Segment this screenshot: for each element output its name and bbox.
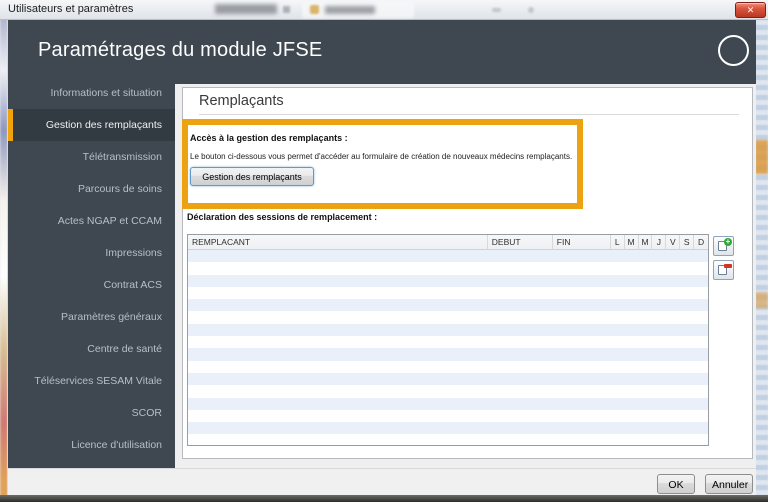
table-row <box>188 274 708 287</box>
background-tab-blur <box>528 7 534 13</box>
sidebar-item-label: Informations et situation <box>50 87 162 99</box>
table-row <box>188 372 708 386</box>
column-header-s-8[interactable]: S <box>680 235 695 249</box>
sidebar-item-scor[interactable]: SCOR <box>8 397 175 429</box>
dialog-footer: OK Annuler <box>7 468 756 495</box>
table-row <box>188 287 708 299</box>
heading-divider <box>199 114 739 115</box>
table-row <box>188 299 708 312</box>
background-window-right-blur <box>755 0 768 502</box>
sidebar-item-teletransmission[interactable]: Télétransmission <box>8 141 175 173</box>
add-session-button[interactable]: + <box>713 236 734 256</box>
window-titlebar: Utilisateurs et paramètres ✕ <box>0 0 768 20</box>
close-window-button[interactable]: ✕ <box>735 2 766 18</box>
page-title: Paramétrages du module JFSE <box>38 39 323 61</box>
ok-button[interactable]: OK <box>657 474 695 494</box>
table-row <box>188 410 708 422</box>
sidebar-item-parcours-de-soins[interactable]: Parcours de soins <box>8 173 175 205</box>
sidebar-item-label: Paramètres généraux <box>61 311 162 323</box>
table-row <box>188 434 708 446</box>
background-blur-accent <box>755 292 768 308</box>
sessions-table: REMPLACANT DEBUT FIN L M M J V S D <box>187 234 709 446</box>
minus-badge-icon <box>724 264 732 268</box>
table-header: REMPLACANT DEBUT FIN L M M J V S D <box>188 235 708 250</box>
plus-badge-icon: + <box>724 237 732 246</box>
column-header-m-4[interactable]: M <box>625 235 639 249</box>
background-tab-blur <box>283 6 290 13</box>
sidebar-item-contrat-acs[interactable]: Contrat ACS <box>8 269 175 301</box>
sidebar-item-label: Télétransmission <box>82 151 162 163</box>
gestion-des-remplacants-button[interactable]: Gestion des remplaçants <box>190 167 314 186</box>
table-row <box>188 422 708 435</box>
table-row <box>188 348 708 361</box>
active-accent-bar <box>8 109 13 141</box>
sidebar-item-label: Licence d'utilisation <box>71 439 162 451</box>
access-highlight-box: Accès à la gestion des remplaçants : Le … <box>182 119 583 209</box>
table-row <box>188 336 708 348</box>
column-header-v-7[interactable]: V <box>666 235 681 249</box>
background-tab-icon-blur <box>310 5 319 14</box>
table-row <box>188 361 708 373</box>
background-tab-blur <box>492 8 501 12</box>
column-header-d-9[interactable]: D <box>694 235 708 249</box>
sessions-section-label: Déclaration des sessions de remplacement… <box>187 212 378 222</box>
sidebar-item-label: SCOR <box>131 407 162 419</box>
content-panel: Remplaçants Accès à la gestion des rempl… <box>182 87 753 459</box>
table-row <box>188 262 708 274</box>
table-row <box>188 385 708 397</box>
sidebar-item-parametres-generaux[interactable]: Paramètres généraux <box>8 301 175 333</box>
remove-session-button[interactable] <box>713 260 734 280</box>
column-header-fin[interactable]: FIN <box>553 235 611 249</box>
access-section-label: Accès à la gestion des remplaçants : <box>190 133 348 143</box>
column-header-j-6[interactable]: J <box>652 235 667 249</box>
sidebar-item-label: Téléservices SESAM Vitale <box>34 375 162 387</box>
table-body <box>188 250 708 447</box>
column-header-m-5[interactable]: M <box>639 235 653 249</box>
sidebar-item-centre-de-sante[interactable]: Centre de santé <box>8 333 175 365</box>
access-section-description: Le bouton ci-dessous vous permet d'accéd… <box>190 152 573 161</box>
sidebar-item-informations-et-situation[interactable]: Informations et situation <box>8 84 175 109</box>
window-title: Utilisateurs et paramètres <box>8 3 134 15</box>
cancel-button[interactable]: Annuler <box>705 474 753 494</box>
column-header-remplacant[interactable]: REMPLACANT <box>188 235 488 249</box>
table-row <box>188 323 708 337</box>
window-bottom-edge <box>0 495 768 502</box>
section-heading: Remplaçants <box>199 93 284 109</box>
background-tab-blur <box>215 4 277 14</box>
user-avatar-icon[interactable] <box>718 35 749 66</box>
sidebar-item-impressions[interactable]: Impressions <box>8 237 175 269</box>
sidebar-item-gestion-des-remplacants[interactable]: Gestion des remplaçants <box>8 109 175 141</box>
sidebar-item-label: Actes NGAP et CCAM <box>57 215 162 227</box>
table-row <box>188 250 708 263</box>
sidebar-item-teleservices-sesam-vitale[interactable]: Téléservices SESAM Vitale <box>8 365 175 397</box>
sidebar-item-licence-d-utilisation[interactable]: Licence d'utilisation <box>8 429 175 461</box>
column-header-debut[interactable]: DEBUT <box>488 235 553 249</box>
app-header: Paramétrages du module JFSE <box>7 20 756 84</box>
column-header-l-3[interactable]: L <box>611 235 625 249</box>
sidebar-item-label: Contrat ACS <box>103 279 162 291</box>
table-row <box>188 311 708 323</box>
background-blur-accent <box>755 140 768 174</box>
background-tab-blur <box>325 6 375 14</box>
screen: Utilisateurs et paramètres ✕ Paramétrage… <box>0 0 768 502</box>
sidebar-item-label: Centre de santé <box>87 343 162 355</box>
sidebar-item-label: Parcours de soins <box>77 183 162 195</box>
sidebar-item-label: Impressions <box>105 247 162 259</box>
sidebar-nav: Informations et situation Gestion des rem… <box>7 84 175 468</box>
sidebar-item-actes-ngap-et-ccam[interactable]: Actes NGAP et CCAM <box>8 205 175 237</box>
table-row <box>188 397 708 410</box>
sidebar-item-label: Gestion des remplaçants <box>45 119 162 131</box>
